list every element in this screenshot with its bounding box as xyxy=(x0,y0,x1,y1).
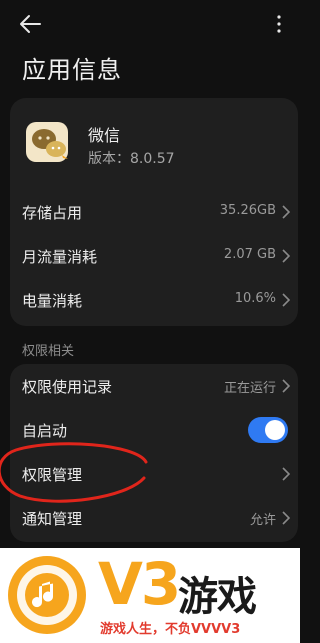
permission-usage-value: 正在运行 xyxy=(223,381,276,396)
notification-management-label: 通知管理 xyxy=(22,510,83,528)
chevron-right-icon xyxy=(282,467,290,481)
watermark-brand: 游戏 xyxy=(178,574,257,620)
chevron-right-icon xyxy=(282,205,290,219)
data-usage-row[interactable]: 月流量消耗 2.07 GB xyxy=(10,234,298,278)
battery-row[interactable]: 电量消耗 10.6% xyxy=(10,278,298,322)
wechat-icon xyxy=(26,122,68,162)
app-info-card: 微信 版本：8.0.57 存储占用 35.26GB 月流量消耗 2.07 GB … xyxy=(10,98,298,326)
app-version: 版本：8.0.57 xyxy=(88,151,175,167)
notification-management-value: 允许 xyxy=(249,513,276,528)
section-title-permissions: 权限相关 xyxy=(22,344,75,359)
app-name: 微信 xyxy=(88,126,121,145)
app-bar xyxy=(0,0,300,48)
arrow-left-icon[interactable] xyxy=(16,10,46,38)
data-usage-value: 2.07 GB xyxy=(223,247,276,262)
music-disc-logo xyxy=(8,556,86,634)
toggle-knob xyxy=(265,420,285,440)
notification-management-row[interactable]: 通知管理 允许 xyxy=(10,496,298,540)
watermark-slogan: 游戏人生，不负VVVV3 xyxy=(100,622,241,637)
autostart-row: 自启动 xyxy=(10,408,298,452)
chevron-right-icon xyxy=(282,249,290,263)
chevron-right-icon xyxy=(282,379,290,393)
page-title: 应用信息 xyxy=(22,56,122,84)
more-vertical-icon[interactable] xyxy=(274,14,284,34)
watermark-logo: V3 xyxy=(98,550,181,618)
permission-usage-row[interactable]: 权限使用记录 正在运行 xyxy=(10,364,298,408)
permissions-card: 权限使用记录 正在运行 自启动 权限管理 通知管理 允许 xyxy=(10,364,298,542)
storage-value: 35.26GB xyxy=(219,203,276,218)
data-usage-label: 月流量消耗 xyxy=(22,248,98,266)
storage-label: 存储占用 xyxy=(22,204,83,222)
app-header: 微信 版本：8.0.57 xyxy=(10,98,298,190)
storage-row[interactable]: 存储占用 35.26GB xyxy=(10,190,298,234)
permission-management-row[interactable]: 权限管理 xyxy=(10,452,298,496)
battery-value: 10.6% xyxy=(234,291,276,306)
permission-management-label: 权限管理 xyxy=(22,466,83,484)
autostart-label: 自启动 xyxy=(22,422,68,440)
battery-label: 电量消耗 xyxy=(22,292,83,310)
chevron-right-icon xyxy=(282,511,290,525)
autostart-toggle[interactable] xyxy=(248,417,288,443)
chevron-right-icon xyxy=(282,293,290,307)
permission-usage-label: 权限使用记录 xyxy=(22,378,113,396)
watermark-banner: V3 游戏 游戏人生，不负VVVV3 xyxy=(0,548,300,643)
